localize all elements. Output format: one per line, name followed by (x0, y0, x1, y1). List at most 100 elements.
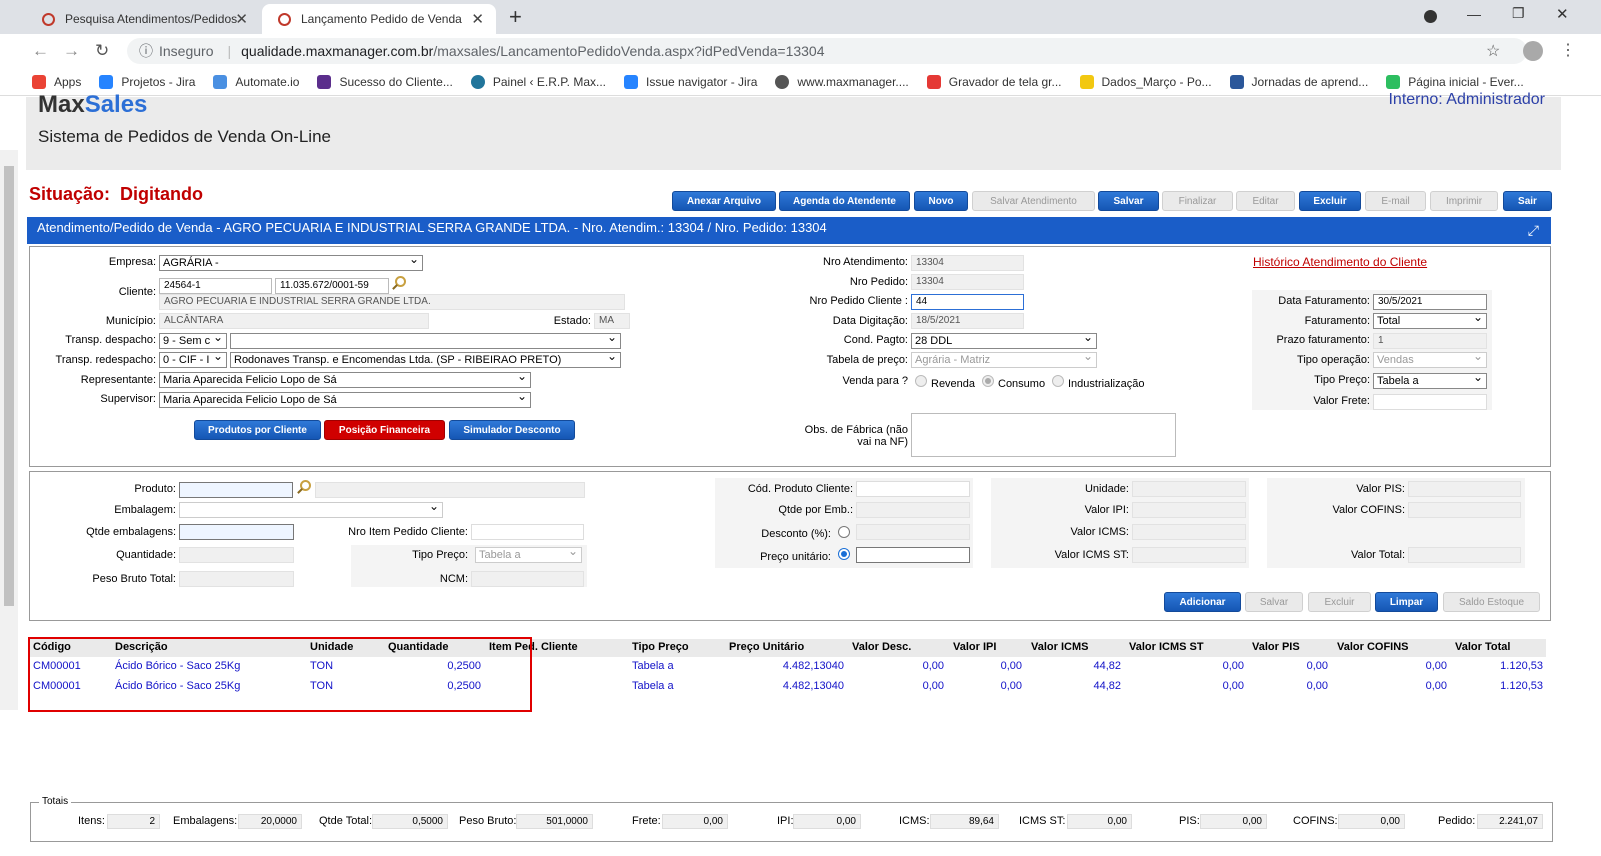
adicionar-button[interactable]: Adicionar (1164, 592, 1241, 612)
profile-menu-icon[interactable] (1424, 10, 1437, 23)
forward-icon[interactable]: → (63, 41, 80, 61)
preco-unitario-input[interactable] (856, 547, 970, 563)
close-window-icon[interactable]: ✕ (1556, 5, 1569, 23)
representante-select[interactable]: Maria Aparecida Felicio Lopo de Sá (159, 372, 531, 388)
col-tipo-preco[interactable]: Tipo Preço (632, 641, 689, 653)
search-icon[interactable] (300, 480, 311, 491)
url-field[interactable]: ⓘ Inseguro | qualidade.maxmanager.com.br… (127, 38, 1527, 64)
tipo-operacao-select[interactable]: Vendas (1373, 352, 1487, 368)
transp-redespacho-select[interactable]: 0 - CIF - I (159, 352, 227, 368)
avatar[interactable] (1523, 41, 1543, 61)
finalizar-button[interactable]: Finalizar (1162, 191, 1233, 211)
cell-valor-icms-st: 0,00 (1222, 680, 1244, 692)
tipo-preco-select[interactable]: Tabela a (1373, 373, 1487, 389)
col-valor-pis[interactable]: Valor PIS (1252, 641, 1300, 653)
bookmark-maxmanager[interactable]: www.maxmanager.... (775, 74, 909, 89)
restore-icon[interactable]: ❐ (1512, 5, 1525, 22)
agenda-atendente-button[interactable]: Agenda do Atendente (779, 191, 910, 211)
item-salvar-button[interactable]: Salvar (1245, 592, 1303, 612)
status-label: Situação: Digitando (29, 184, 204, 204)
email-button[interactable]: E-mail (1365, 191, 1426, 211)
info-icon[interactable]: ⓘ (139, 41, 153, 61)
bookmark-projetos-jira[interactable]: Projetos - Jira (99, 74, 195, 89)
bookmark-painel[interactable]: Painel ‹ E.R.P. Max... (470, 74, 606, 89)
historico-atendimento-link[interactable]: Histórico Atendimento do Cliente (1253, 255, 1427, 269)
tab-label: Pesquisa Atendimentos/Pedidos (65, 12, 238, 26)
search-icon[interactable] (395, 276, 406, 287)
bookmark-sucesso[interactable]: Sucesso do Cliente... (317, 74, 453, 89)
transp-despacho-select[interactable]: 9 - Sem c (159, 333, 227, 349)
faturamento-select[interactable]: Total (1373, 313, 1487, 329)
bookmark-automate[interactable]: Automate.io (213, 74, 299, 89)
supervisor-select[interactable]: Maria Aparecida Felicio Lopo de Sá (159, 392, 531, 408)
editar-button[interactable]: Editar (1236, 191, 1295, 211)
preco-unitario-radio[interactable] (838, 548, 850, 560)
produtos-por-cliente-button[interactable]: Produtos por Cliente (194, 420, 321, 440)
item-tipo-preco-label: Tipo Preço: (412, 549, 468, 561)
bookmark-gravador[interactable]: Gravador de tela gr... (926, 74, 1062, 89)
nro-item-pedido-cliente-input[interactable] (471, 524, 584, 540)
close-icon[interactable]: ✕ (471, 10, 484, 28)
transp-redespacho-name-select[interactable]: Rodonaves Transp. e Encomendas Ltda. (SP… (230, 352, 621, 368)
salvar-atendimento-button[interactable]: Salvar Atendimento (972, 191, 1095, 211)
imprimir-button[interactable]: Imprimir (1430, 191, 1498, 211)
close-icon[interactable]: ✕ (235, 10, 248, 28)
frete-value: 0,00 (662, 814, 728, 829)
scrollbar-thumb[interactable] (4, 166, 14, 606)
col-valor-total[interactable]: Valor Total (1455, 641, 1510, 653)
transp-despacho-name-select[interactable] (230, 333, 621, 349)
salvar-button[interactable]: Salvar (1098, 191, 1159, 211)
reload-icon[interactable]: ↻ (95, 41, 109, 61)
saldo-estoque-button[interactable]: Saldo Estoque (1443, 592, 1540, 612)
vertical-scrollbar[interactable] (0, 150, 18, 710)
industrializacao-radio[interactable] (1052, 375, 1064, 387)
tab-lancamento[interactable]: Lançamento Pedido de Venda ✕ (262, 4, 496, 34)
star-icon[interactable]: ☆ (1486, 41, 1500, 61)
bookmark-dados-marco[interactable]: Dados_Março - Po... (1079, 74, 1212, 89)
new-tab-icon[interactable]: + (509, 4, 522, 30)
cell-valor-pis: 0,00 (1306, 660, 1328, 672)
valor-frete-input[interactable] (1373, 394, 1487, 410)
tabela-preco-select[interactable]: Agrária - Matriz (911, 352, 1097, 368)
item-tipo-preco-select[interactable]: Tabela a (475, 547, 582, 563)
cond-pagto-select[interactable]: 28 DDL (911, 333, 1097, 349)
col-valor-desc[interactable]: Valor Desc. (852, 641, 911, 653)
item-excluir-button[interactable]: Excluir (1308, 592, 1371, 612)
embalagem-select[interactable] (179, 502, 443, 518)
col-valor-icms-st[interactable]: Valor ICMS ST (1129, 641, 1204, 653)
nro-pedido-cliente-input[interactable]: 44 (911, 294, 1024, 310)
app-header: MaxSales Sistema de Pedidos de Venda On-… (26, 91, 1561, 170)
novo-button[interactable]: Novo (914, 191, 968, 211)
simulador-desconto-button[interactable]: Simulador Desconto (449, 420, 575, 440)
limpar-button[interactable]: Limpar (1375, 592, 1438, 612)
empresa-select[interactable]: AGRÁRIA - (159, 255, 423, 271)
produto-input[interactable] (179, 482, 293, 498)
bookmark-issue-navigator[interactable]: Issue navigator - Jira (624, 74, 757, 89)
col-valor-icms[interactable]: Valor ICMS (1031, 641, 1088, 653)
cod-produto-cliente-input[interactable] (856, 481, 970, 497)
transp-despacho-label: Transp. despacho: (65, 334, 156, 346)
cliente-code-input[interactable]: 24564-1 (159, 278, 272, 294)
col-preco-unitario[interactable]: Preço Unitário (729, 641, 804, 653)
bookmark-jornadas[interactable]: Jornadas de aprend... (1229, 74, 1368, 89)
back-icon[interactable]: ← (32, 41, 49, 61)
sair-button[interactable]: Sair (1503, 191, 1552, 211)
revenda-radio[interactable] (915, 375, 927, 387)
cliente-cnpj-input[interactable]: 11.035.672/0001-59 (275, 278, 389, 294)
posicao-financeira-button[interactable]: Posição Financeira (324, 420, 445, 440)
desconto-radio[interactable] (838, 526, 850, 538)
col-valor-ipi[interactable]: Valor IPI (953, 641, 996, 653)
minimize-icon[interactable]: — (1467, 6, 1481, 22)
anexar-arquivo-button[interactable]: Anexar Arquivo (672, 191, 776, 211)
data-faturamento-input[interactable]: 30/5/2021 (1373, 294, 1487, 310)
obs-fabrica-textarea[interactable] (911, 413, 1176, 457)
consumo-radio[interactable] (982, 375, 994, 387)
bookmark-evernote[interactable]: Página inicial - Ever... (1386, 74, 1524, 89)
more-icon[interactable]: ⋮ (1560, 40, 1576, 60)
bookmark-apps[interactable]: Apps (32, 74, 81, 89)
col-valor-cofins[interactable]: Valor COFINS (1337, 641, 1409, 653)
expand-icon[interactable]: ⤢ (1528, 219, 1539, 241)
tab-pesquisa[interactable]: Pesquisa Atendimentos/Pedidos ✕ (26, 4, 260, 34)
qtde-embalagens-input[interactable] (179, 524, 294, 540)
excluir-button[interactable]: Excluir (1299, 191, 1361, 211)
